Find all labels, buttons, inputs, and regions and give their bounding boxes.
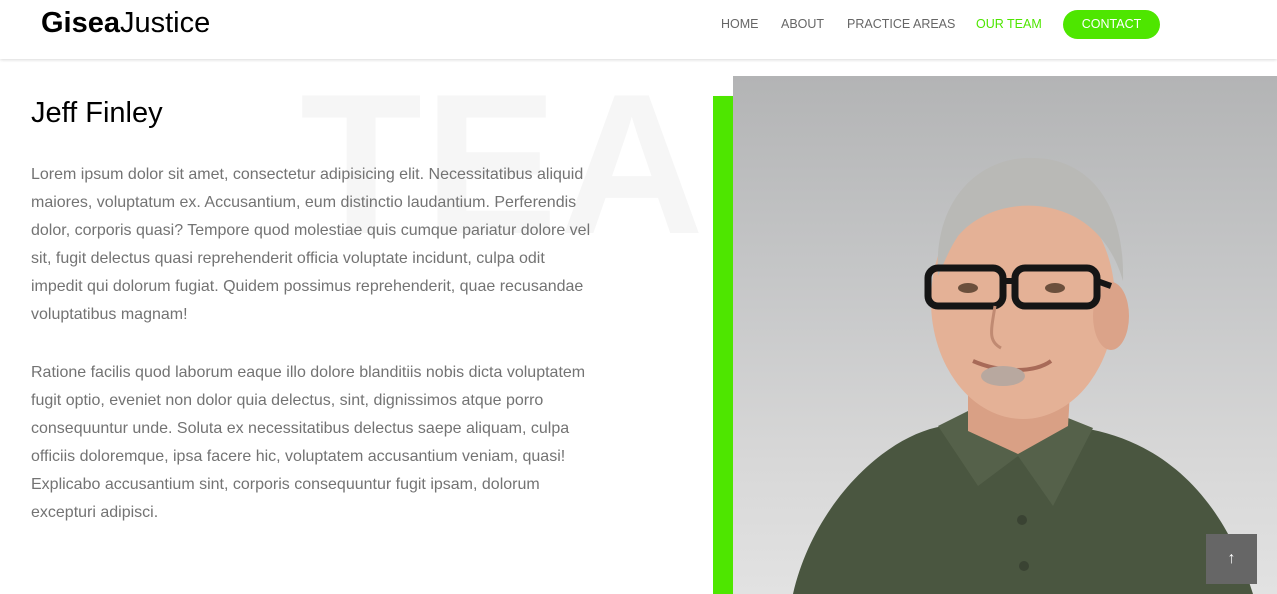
- profile-paragraph-2: Ratione facilis quod laborum eaque illo …: [31, 364, 586, 521]
- site-header: GiseaJustice HOME ABOUT PRACTICE AREAS O…: [0, 0, 1277, 59]
- portrait-illustration: [793, 157, 1253, 594]
- arrow-up-icon: ↑: [1227, 550, 1236, 567]
- main-nav: HOME ABOUT PRACTICE AREAS OUR TEAM CONTA…: [0, 10, 1277, 39]
- profile-paragraph-1: Lorem ipsum dolor sit amet, consectetur …: [31, 166, 591, 323]
- profile-name: Jeff Finley: [31, 97, 163, 129]
- nav-home[interactable]: HOME: [721, 10, 759, 38]
- contact-button[interactable]: CONTACT: [1063, 10, 1160, 39]
- nav-our-team[interactable]: OUR TEAM: [976, 10, 1042, 38]
- accent-bar: [713, 96, 733, 594]
- profile-photo: [733, 76, 1277, 594]
- nav-about[interactable]: ABOUT: [781, 10, 824, 38]
- profile-content: Jeff Finley Lorem ipsum dolor sit amet, …: [31, 96, 591, 527]
- scroll-to-top-button[interactable]: ↑: [1206, 534, 1257, 584]
- nav-practice-areas[interactable]: PRACTICE AREAS: [847, 10, 955, 38]
